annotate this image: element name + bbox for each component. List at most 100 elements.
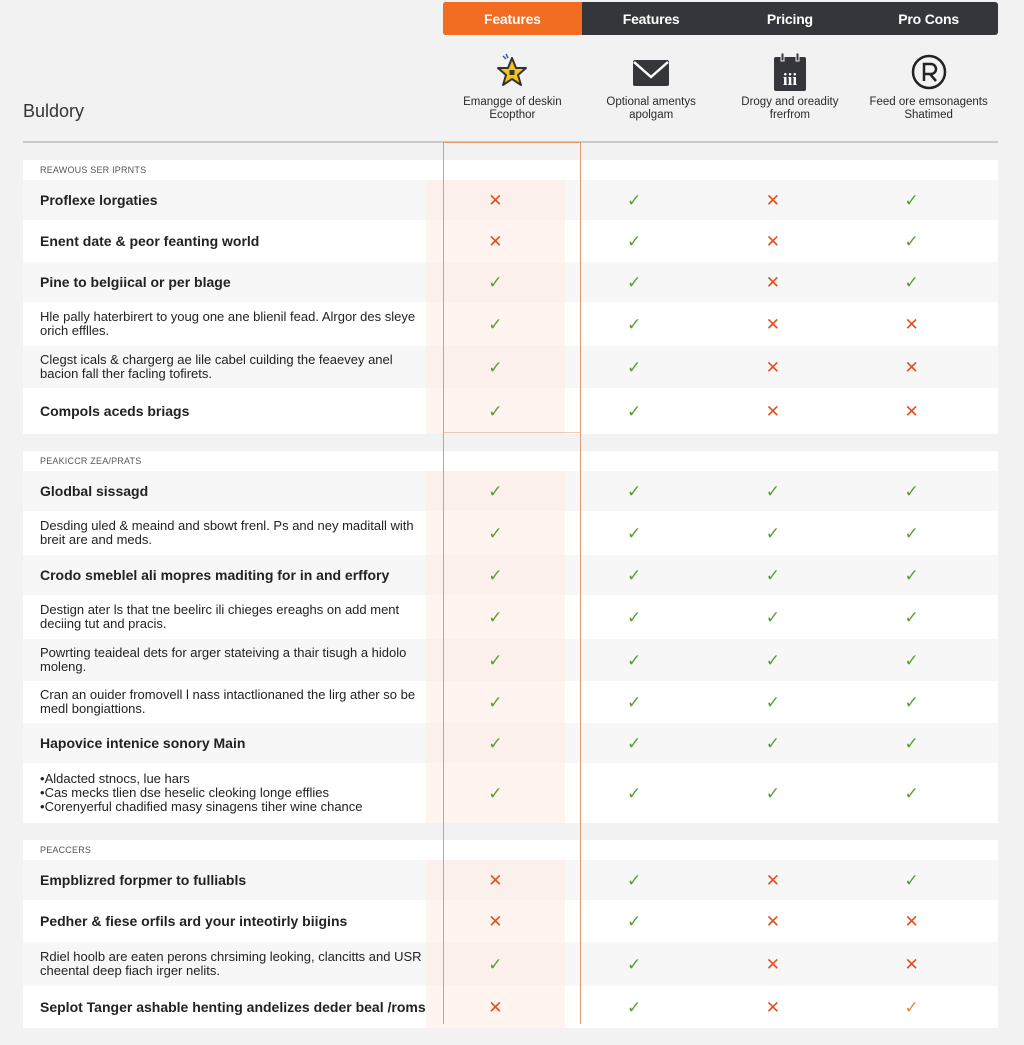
feature-label: Glodbal sissagd [40, 483, 149, 499]
tab-features-primary[interactable]: Features [443, 2, 582, 35]
table-row: Powrting teaideal dets for arger stateiv… [23, 639, 998, 681]
mark-cell: ✓ [426, 346, 565, 388]
cross-icon: ✕ [765, 357, 780, 377]
mark-cell: ✕ [704, 220, 843, 262]
cross-icon: ✕ [904, 357, 919, 377]
mark-cell: ✓ [565, 595, 704, 639]
check-icon: ✓ [488, 272, 503, 292]
mark-cell: ✕ [704, 302, 843, 346]
mark-cell: ✕ [426, 860, 565, 900]
section-header: PEACCERS [23, 840, 998, 860]
mark-cell: ✓ [565, 220, 704, 262]
table-row: Destign ater ls that tne beelirc ili chi… [23, 595, 998, 639]
mark-cell: ✕ [842, 388, 981, 434]
tab-features[interactable]: Features [582, 2, 721, 35]
mark-cell: ✕ [704, 860, 843, 900]
check-icon: ✓ [627, 357, 642, 377]
mark-cell: ✓ [842, 511, 981, 555]
mark-cell: ✓ [842, 639, 981, 681]
column-header: Emangge of deskin Ecopthor [443, 48, 582, 133]
table-row: Desding uled & meaind and sbowt frenl. P… [23, 511, 998, 555]
mark-cell: ✓ [426, 942, 565, 986]
check-icon: ✓ [904, 565, 919, 585]
cross-icon: ✕ [765, 401, 780, 421]
mark-cell: ✕ [842, 900, 981, 942]
tab-pro-cons[interactable]: Pro Cons [859, 2, 998, 35]
mark-cell: ✓ [426, 302, 565, 346]
mark-cell: ✓ [565, 511, 704, 555]
table-row: Proflexe lorgaties ✕ ✓ ✕ ✓ [23, 180, 998, 220]
mark-cell: ✕ [426, 900, 565, 942]
mark-cell: ✓ [842, 986, 981, 1028]
mark-cell: ✓ [426, 595, 565, 639]
column-description: Optional amentys apolgam [606, 96, 696, 121]
mark-cell: ✕ [426, 220, 565, 262]
feature-label: Seplot Tanger ashable henting andelizes … [40, 999, 426, 1015]
section-title: REAWOUS SER IPRNTS [40, 165, 147, 175]
mark-cell: ✕ [704, 900, 843, 942]
table-row: Seplot Tanger ashable henting andelizes … [23, 986, 998, 1028]
cross-icon: ✕ [904, 954, 919, 974]
column-header: iii Drogy and oreadity frerfrom [721, 48, 860, 133]
feature-label: Empblizred forpmer to fulliabls [40, 872, 247, 888]
mark-cell: ✓ [565, 639, 704, 681]
check-icon: ✓ [627, 607, 642, 627]
mark-cell: ✕ [704, 180, 843, 220]
mark-cell: ✓ [704, 681, 843, 723]
cross-icon: ✕ [488, 870, 503, 890]
table-section: PEACCERS Empblizred forpmer to fulliabls ✕… [23, 840, 998, 1028]
table-row: Pedher & fiese orfils ard your inteotirl… [23, 900, 998, 942]
mark-cell: ✓ [842, 262, 981, 302]
column-description: Drogy and oreadity frerfrom [741, 96, 839, 121]
column-headers: Emangge of deskin Ecopthor Optional amen… [443, 48, 998, 133]
tab-pricing[interactable]: Pricing [721, 2, 860, 35]
check-icon: ✓ [765, 523, 780, 543]
mark-cell: ✓ [426, 262, 565, 302]
mark-cell: ✓ [565, 346, 704, 388]
mark-cell: ✓ [704, 595, 843, 639]
cross-icon: ✕ [765, 190, 780, 210]
section-header: REAWOUS SER IPRNTS [23, 160, 998, 180]
check-icon: ✓ [488, 523, 503, 543]
mark-cell: ✕ [704, 942, 843, 986]
check-icon: ✓ [627, 272, 642, 292]
page-title: Buldory [23, 101, 85, 121]
mark-cell: ✓ [565, 388, 704, 434]
feature-bullet: Cas mecks tlien dse heselic cleoking lon… [40, 786, 426, 800]
check-icon: ✓ [627, 481, 642, 501]
feature-label: Cran an ouider fromovell l nass intactli… [40, 687, 416, 716]
table-row: Hapovice intenice sonory Main ✓ ✓ ✓ ✓ [23, 723, 998, 763]
check-icon: ✓ [488, 783, 503, 803]
feature-label: Compols aceds briags [40, 403, 190, 419]
column-description: Emangge of deskin Ecopthor [463, 96, 562, 121]
check-icon: ✓ [627, 231, 642, 251]
tab-bar: Features Features Pricing Pro Cons [443, 2, 998, 35]
check-icon: ✓ [904, 481, 919, 501]
section-rows: Proflexe lorgaties ✕ ✓ ✕ ✓ Enent date & peor … [23, 180, 998, 434]
feature-label: Desding uled & meaind and sbowt frenl. P… [40, 518, 414, 547]
column-header: Optional amentys apolgam [582, 48, 721, 133]
cross-icon: ✕ [904, 401, 919, 421]
divider [23, 141, 998, 143]
svg-text:iii: iii [783, 70, 797, 89]
calendar-icon: iii [771, 48, 809, 96]
cross-icon: ✕ [488, 911, 503, 931]
mark-cell: ✕ [842, 942, 981, 986]
mark-cell: ✓ [565, 555, 704, 595]
check-icon: ✓ [627, 783, 642, 803]
mark-cell: ✓ [842, 471, 981, 511]
check-icon: ✓ [904, 231, 919, 251]
check-icon: ✓ [765, 733, 780, 753]
cross-icon: ✕ [765, 314, 780, 334]
column-header: Feed ore emsonagents Shatimed [859, 48, 998, 133]
check-icon: ✓ [627, 870, 642, 890]
check-icon: ✓ [627, 733, 642, 753]
table-section: REAWOUS SER IPRNTS Proflexe lorgaties ✕ ✓ ✕ ✓… [23, 160, 998, 434]
mark-cell: ✕ [426, 986, 565, 1028]
check-icon: ✓ [488, 565, 503, 585]
table-row: Crodo smeblel ali mopres maditing for in… [23, 555, 998, 595]
table-row: Empblizred forpmer to fulliabls ✕ ✓ ✕ ✓ [23, 860, 998, 900]
check-icon: ✓ [627, 911, 642, 931]
check-icon: ✓ [488, 314, 503, 334]
table-row: Clegst icals & chargerg ae lile cabel cu… [23, 346, 998, 388]
